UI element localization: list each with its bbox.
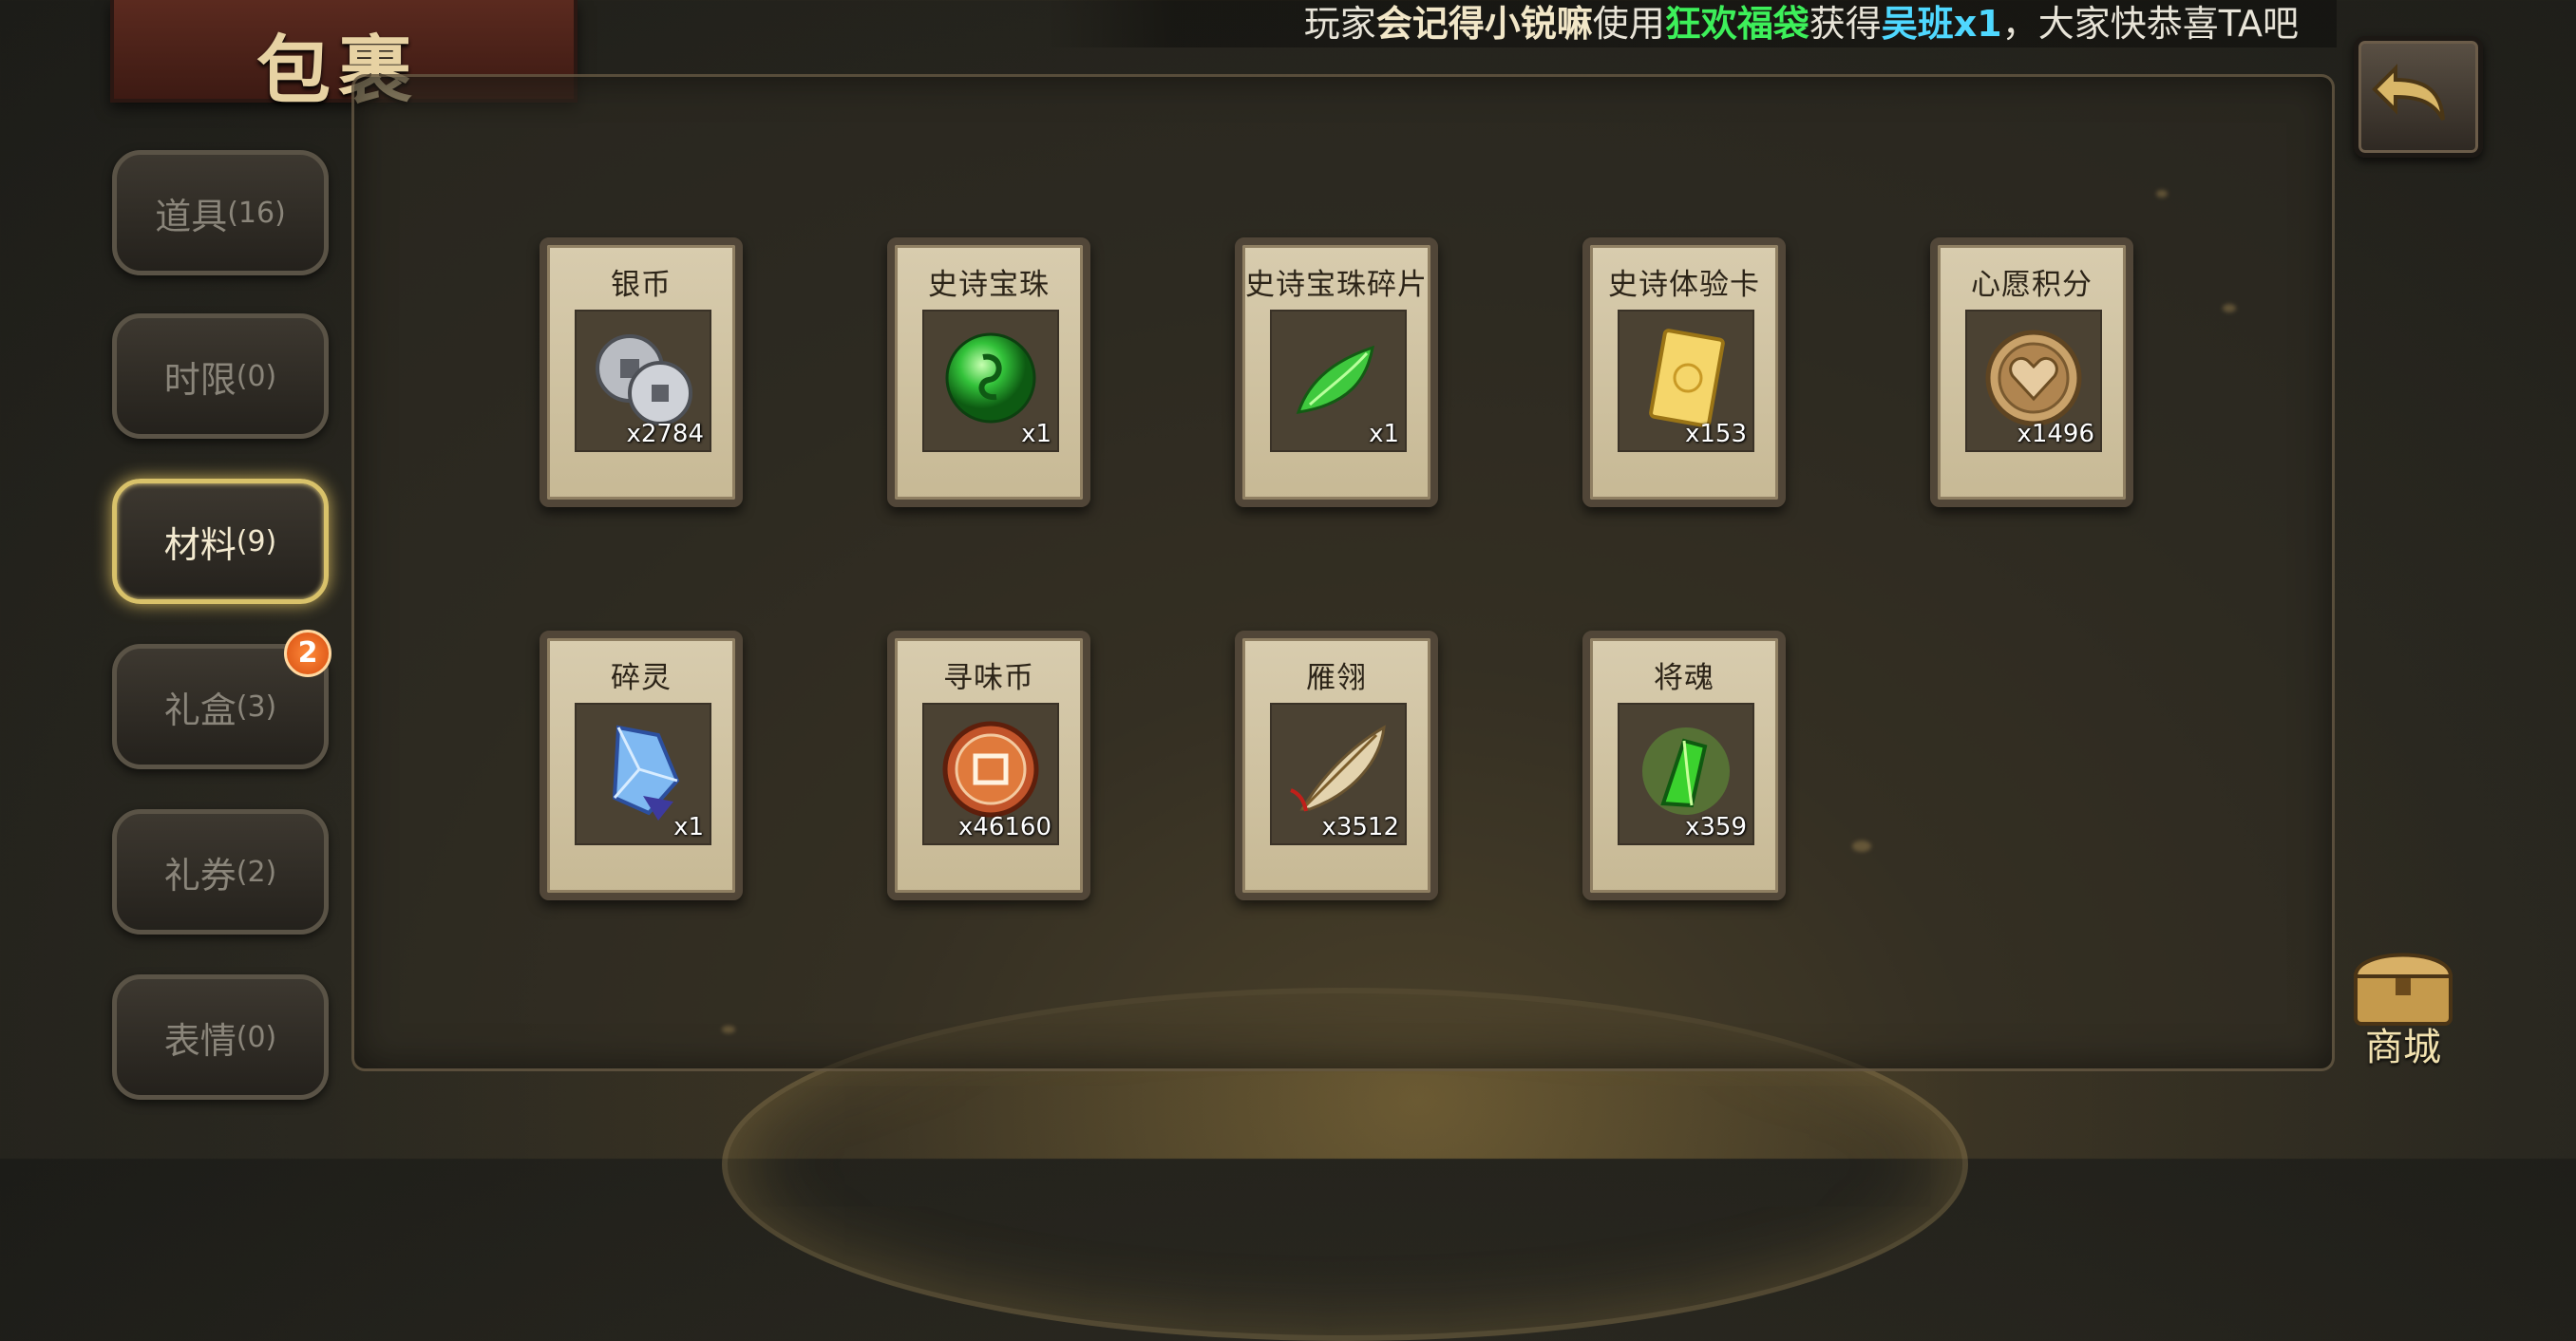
tab-label: 时限: [163, 358, 237, 401]
item-quantity: x1: [1021, 420, 1051, 448]
notification-badge: 2: [284, 630, 331, 677]
item-slot: x2784: [575, 310, 711, 452]
silver-coins-icon: [596, 334, 692, 425]
tab-count: (16): [227, 196, 286, 230]
tab-vouchers[interactable]: 礼券 (2): [112, 809, 329, 935]
item-slot: x153: [1618, 310, 1754, 452]
tab-label: 礼券: [163, 854, 237, 897]
item-quantity: x3512: [1321, 813, 1399, 841]
broadcast-reward: 吴班x1: [1881, 3, 2002, 45]
tab-count: (9): [236, 524, 277, 558]
item-card-goose-feather[interactable]: 雁翎 x3512: [1235, 631, 1438, 900]
back-arrow-icon: [2372, 64, 2445, 122]
spirit-crystal-icon: [612, 725, 680, 821]
item-card-epic-orb[interactable]: 史诗宝珠 x1: [887, 237, 1090, 507]
item-quantity: x1: [673, 813, 704, 841]
tab-label: 道具: [155, 195, 228, 237]
broadcast-verb: 使用: [1592, 3, 1665, 45]
item-slot: x1: [1270, 310, 1407, 452]
tab-label: 材料: [163, 523, 237, 566]
tab-gift-boxes[interactable]: 礼盒 (3) 2: [112, 630, 331, 769]
broadcast-suffix: ，大家快恭喜TA吧: [2001, 3, 2299, 45]
tab-label: 表情: [163, 1019, 237, 1062]
system-broadcast: 玩家会记得小锐嘛使用狂欢福袋获得吴班x1，大家快恭喜TA吧: [1045, 0, 2337, 47]
item-card-general-soul[interactable]: 将魂 x359: [1582, 631, 1786, 900]
broadcast-prefix: 玩家: [1303, 3, 1376, 45]
item-card-orb-shard[interactable]: 史诗宝珠碎片 x1: [1235, 237, 1438, 507]
item-quantity: x359: [1684, 813, 1747, 841]
broadcast-player: 会记得小锐嘛: [1375, 3, 1593, 45]
feather-icon: [1290, 725, 1386, 812]
item-name: 史诗宝珠碎片: [1245, 268, 1428, 302]
item-card-spirit-shard[interactable]: 碎灵 x1: [540, 631, 743, 900]
back-button[interactable]: [2354, 36, 2483, 158]
tab-materials[interactable]: 材料 (9): [112, 479, 329, 604]
item-name: 寻味币: [943, 661, 1034, 695]
item-name: 史诗体验卡: [1608, 268, 1760, 302]
item-name: 心愿积分: [1971, 268, 2093, 302]
tab-emotes[interactable]: 表情 (0): [112, 974, 329, 1100]
tab-items[interactable]: 道具 (16): [112, 150, 329, 275]
item-card-trial-card[interactable]: 史诗体验卡 x153: [1582, 237, 1786, 507]
item-slot: x1496: [1965, 310, 2102, 452]
taste-coin-icon: [942, 721, 1039, 818]
item-card-taste-coin[interactable]: 寻味币 x46160: [887, 631, 1090, 900]
item-slot: x3512: [1270, 703, 1407, 845]
orb-shard-icon: [1296, 345, 1374, 414]
item-slot: x359: [1618, 703, 1754, 845]
tab-count: (0): [236, 359, 277, 393]
item-quantity: x46160: [957, 813, 1051, 841]
tab-count: (3): [236, 689, 277, 724]
item-slot: x1: [575, 703, 711, 845]
item-quantity: x2784: [626, 420, 704, 448]
item-card-wish-points[interactable]: 心愿积分 x1496: [1930, 237, 2133, 507]
shop-button[interactable]: 商城: [2339, 938, 2468, 1071]
epic-orb-icon: [945, 332, 1036, 424]
wish-points-icon: [1985, 330, 2082, 426]
item-quantity: x1496: [2017, 420, 2094, 448]
broadcast-obtained: 获得: [1809, 3, 1882, 45]
tab-label: 礼盒: [163, 689, 237, 731]
broadcast-item-used: 狂欢福袋: [1664, 3, 1809, 45]
tab-timed[interactable]: 时限 (0): [112, 313, 329, 439]
item-card-silver-coin[interactable]: 银币 x2784: [540, 237, 743, 507]
item-slot: x46160: [922, 703, 1059, 845]
trial-card-icon: [1649, 329, 1725, 428]
tab-count: (2): [236, 855, 277, 889]
inventory-panel: [351, 74, 2335, 1071]
item-quantity: x1: [1369, 420, 1399, 448]
general-soul-icon: [1642, 727, 1730, 815]
item-quantity: x153: [1684, 420, 1747, 448]
item-name: 将魂: [1654, 661, 1714, 695]
shop-label: 商城: [2365, 1026, 2441, 1069]
item-name: 碎灵: [611, 661, 672, 695]
item-name: 史诗宝珠: [928, 268, 1050, 302]
item-name: 银币: [611, 268, 672, 302]
item-slot: x1: [922, 310, 1059, 452]
tab-count: (0): [236, 1020, 277, 1054]
item-name: 雁翎: [1306, 661, 1367, 695]
